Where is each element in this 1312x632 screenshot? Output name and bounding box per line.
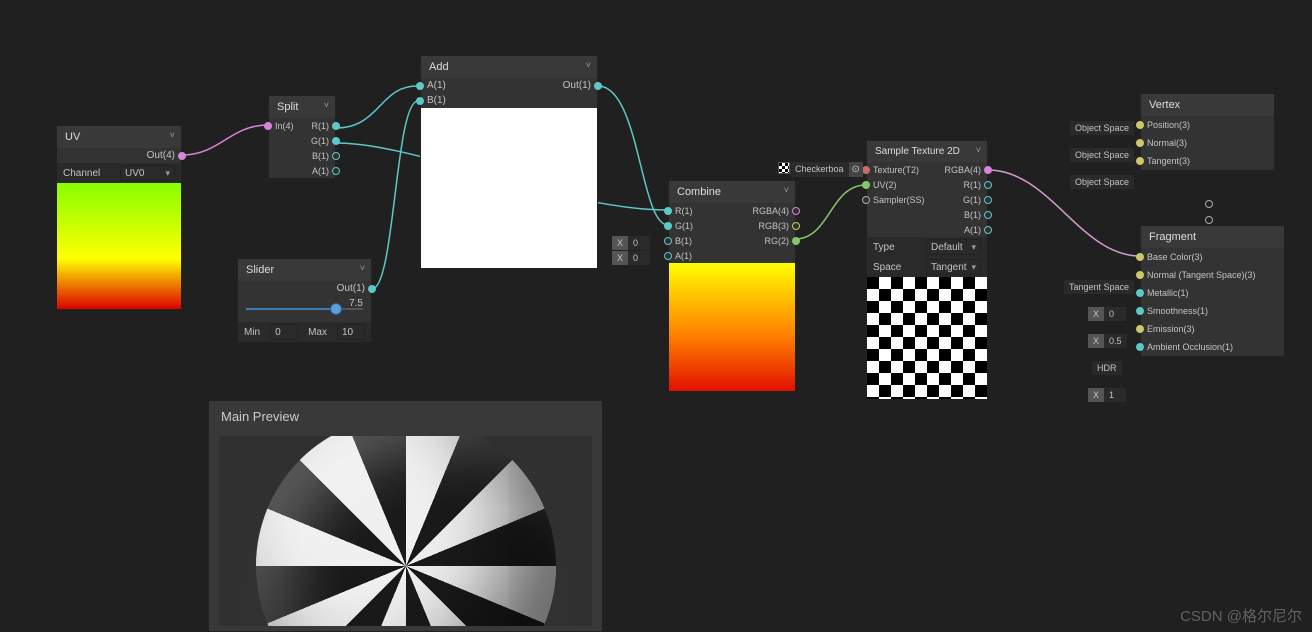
main-preview-panel[interactable]: Main Preview <box>208 400 603 632</box>
output-port[interactable] <box>984 166 992 174</box>
input-port[interactable] <box>264 122 272 130</box>
input-port[interactable] <box>664 237 672 245</box>
texture-slot[interactable]: Checkerboa ⊙ <box>778 162 863 177</box>
output-port[interactable] <box>178 152 186 160</box>
node-title: Combine <box>669 181 795 203</box>
preview-sphere <box>256 436 556 626</box>
max-input[interactable]: 10 <box>337 324 365 340</box>
output-port[interactable] <box>984 226 992 234</box>
type-dropdown[interactable]: Default <box>926 239 981 255</box>
output-port[interactable] <box>332 137 340 145</box>
output-port[interactable] <box>332 152 340 160</box>
combine-preview <box>669 263 795 391</box>
node-title: Fragment <box>1141 226 1284 248</box>
texture-preview <box>867 277 987 399</box>
node-title: Slider <box>238 259 371 281</box>
output-port[interactable] <box>594 82 602 90</box>
output-port[interactable] <box>984 181 992 189</box>
input-port[interactable] <box>1136 325 1144 333</box>
space-badge: Tangent Space <box>1064 280 1134 294</box>
add-preview <box>421 108 597 268</box>
node-split[interactable]: Split ˅ In(4) R(1) G(1) B(1) A(1) <box>268 95 336 179</box>
output-port[interactable] <box>792 237 800 245</box>
input-port[interactable] <box>1136 289 1144 297</box>
output-port[interactable] <box>332 167 340 175</box>
input-port[interactable] <box>862 196 870 204</box>
node-fragment[interactable]: Fragment Base Color(3) Normal (Tangent S… <box>1140 225 1285 357</box>
link-dot[interactable] <box>1205 216 1213 224</box>
x-input[interactable]: X0.5 <box>1088 334 1127 348</box>
node-uv[interactable]: UV ˅ Out(4) Channel UV0 <box>56 125 182 310</box>
node-combine[interactable]: Combine ˅ R(1) RGBA(4) G(1) RGB(3) B(1) … <box>668 180 796 392</box>
node-title: Sample Texture 2D <box>867 141 987 162</box>
output-port[interactable] <box>792 222 800 230</box>
space-dropdown[interactable]: Tangent <box>926 259 981 275</box>
x-input[interactable]: X0 <box>1088 307 1126 321</box>
space-badge: Object Space <box>1070 121 1134 135</box>
collapse-icon[interactable]: ˅ <box>324 100 329 110</box>
channel-label: Channel <box>63 168 100 179</box>
space-badge: Object Space <box>1070 175 1134 189</box>
watermark: CSDN @格尔尼尔 <box>1180 605 1302 626</box>
output-port[interactable] <box>332 122 340 130</box>
slider-handle[interactable] <box>330 303 342 315</box>
input-port[interactable] <box>1136 307 1144 315</box>
collapse-icon[interactable]: ˅ <box>976 145 981 155</box>
input-port[interactable] <box>664 207 672 215</box>
slider-track[interactable] <box>246 308 363 310</box>
min-input[interactable]: 0 <box>270 324 298 340</box>
collapse-icon[interactable]: ˅ <box>360 263 365 273</box>
input-port[interactable] <box>1136 271 1144 279</box>
x-input-b[interactable]: X0 <box>612 236 650 250</box>
panel-title: Main Preview <box>209 401 602 432</box>
input-port[interactable] <box>1136 253 1144 261</box>
node-title: Vertex <box>1141 94 1274 116</box>
space-badge: Object Space <box>1070 148 1134 162</box>
input-port[interactable] <box>1136 139 1144 147</box>
output-port[interactable] <box>792 207 800 215</box>
channel-dropdown[interactable]: UV0 <box>120 165 175 181</box>
input-port[interactable] <box>862 166 870 174</box>
output-port[interactable] <box>984 211 992 219</box>
collapse-icon[interactable]: ˅ <box>586 60 591 70</box>
output-port[interactable] <box>368 285 376 293</box>
x-input-a[interactable]: X0 <box>612 251 650 265</box>
collapse-icon[interactable]: ˅ <box>784 185 789 195</box>
node-sample-texture[interactable]: Sample Texture 2D ˅ Texture(T2) RGBA(4) … <box>866 140 988 400</box>
x-input[interactable]: X1 <box>1088 388 1126 402</box>
node-title: Add <box>421 56 597 78</box>
output-port[interactable] <box>984 196 992 204</box>
slider-value: 7.5 <box>349 298 363 309</box>
port-label: Out(4) <box>147 150 175 161</box>
node-vertex[interactable]: Vertex Position(3) Normal(3) Tangent(3) <box>1140 93 1275 171</box>
input-port[interactable] <box>664 252 672 260</box>
preview-viewport[interactable] <box>219 436 592 626</box>
link-dot[interactable] <box>1205 200 1213 208</box>
input-port[interactable] <box>1136 121 1144 129</box>
collapse-icon[interactable]: ˅ <box>170 130 175 140</box>
node-slider[interactable]: Slider ˅ Out(1) 7.5 Min 0 Max 10 <box>237 258 372 343</box>
input-port[interactable] <box>664 222 672 230</box>
input-port[interactable] <box>862 181 870 189</box>
input-port[interactable] <box>416 82 424 90</box>
input-port[interactable] <box>416 97 424 105</box>
node-title: UV <box>57 126 181 148</box>
input-port[interactable] <box>1136 343 1144 351</box>
uv-preview <box>57 183 181 309</box>
node-add[interactable]: Add ˅ A(1) Out(1) B(1) <box>420 55 598 269</box>
input-port[interactable] <box>1136 157 1144 165</box>
hdr-badge[interactable]: HDR <box>1092 361 1122 375</box>
